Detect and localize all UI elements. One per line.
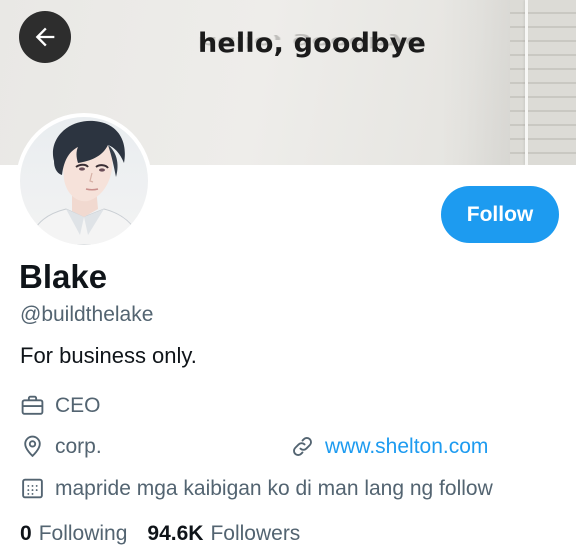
profession-text: CEO (55, 393, 101, 417)
joined-text: mapride mga kaibigan ko di man lang ng f… (55, 476, 493, 500)
website-row[interactable]: www.shelton.com (290, 434, 488, 459)
link-icon (293, 437, 312, 456)
profession-row: CEO (20, 393, 101, 418)
follow-button[interactable]: Follow (441, 186, 559, 243)
followers-label: Followers (210, 522, 301, 545)
following-stat[interactable]: 0 Following (20, 522, 127, 546)
avatar-image (20, 117, 148, 245)
banner-rail (525, 0, 528, 165)
website-link[interactable]: www.shelton.com (325, 435, 488, 459)
follow-stats: 0 Following 94.6K Followers (20, 522, 320, 546)
avatar-illustration (27, 120, 143, 245)
following-label: Following (38, 522, 128, 545)
arrow-left-icon (35, 27, 55, 47)
banner-shade (440, 0, 510, 165)
banner-text: hello, goodbye (198, 28, 427, 59)
back-button[interactable] (19, 11, 71, 63)
location-row: corp. (20, 434, 102, 459)
user-handle: @buildthelake (20, 303, 154, 326)
joined-row: mapride mga kaibigan ko di man lang ng f… (20, 476, 493, 501)
bio: For business only. (20, 343, 197, 368)
calendar-icon (22, 478, 43, 499)
display-name: Blake (19, 258, 108, 295)
location-pin-icon (24, 435, 41, 458)
followers-count: 94.6K (147, 522, 204, 545)
avatar[interactable] (16, 113, 152, 249)
followers-stat[interactable]: 94.6K Followers (147, 522, 300, 546)
following-count: 0 (20, 522, 32, 545)
location-text: corp. (55, 434, 102, 458)
briefcase-icon (21, 395, 44, 415)
banner-stairs (510, 0, 576, 165)
